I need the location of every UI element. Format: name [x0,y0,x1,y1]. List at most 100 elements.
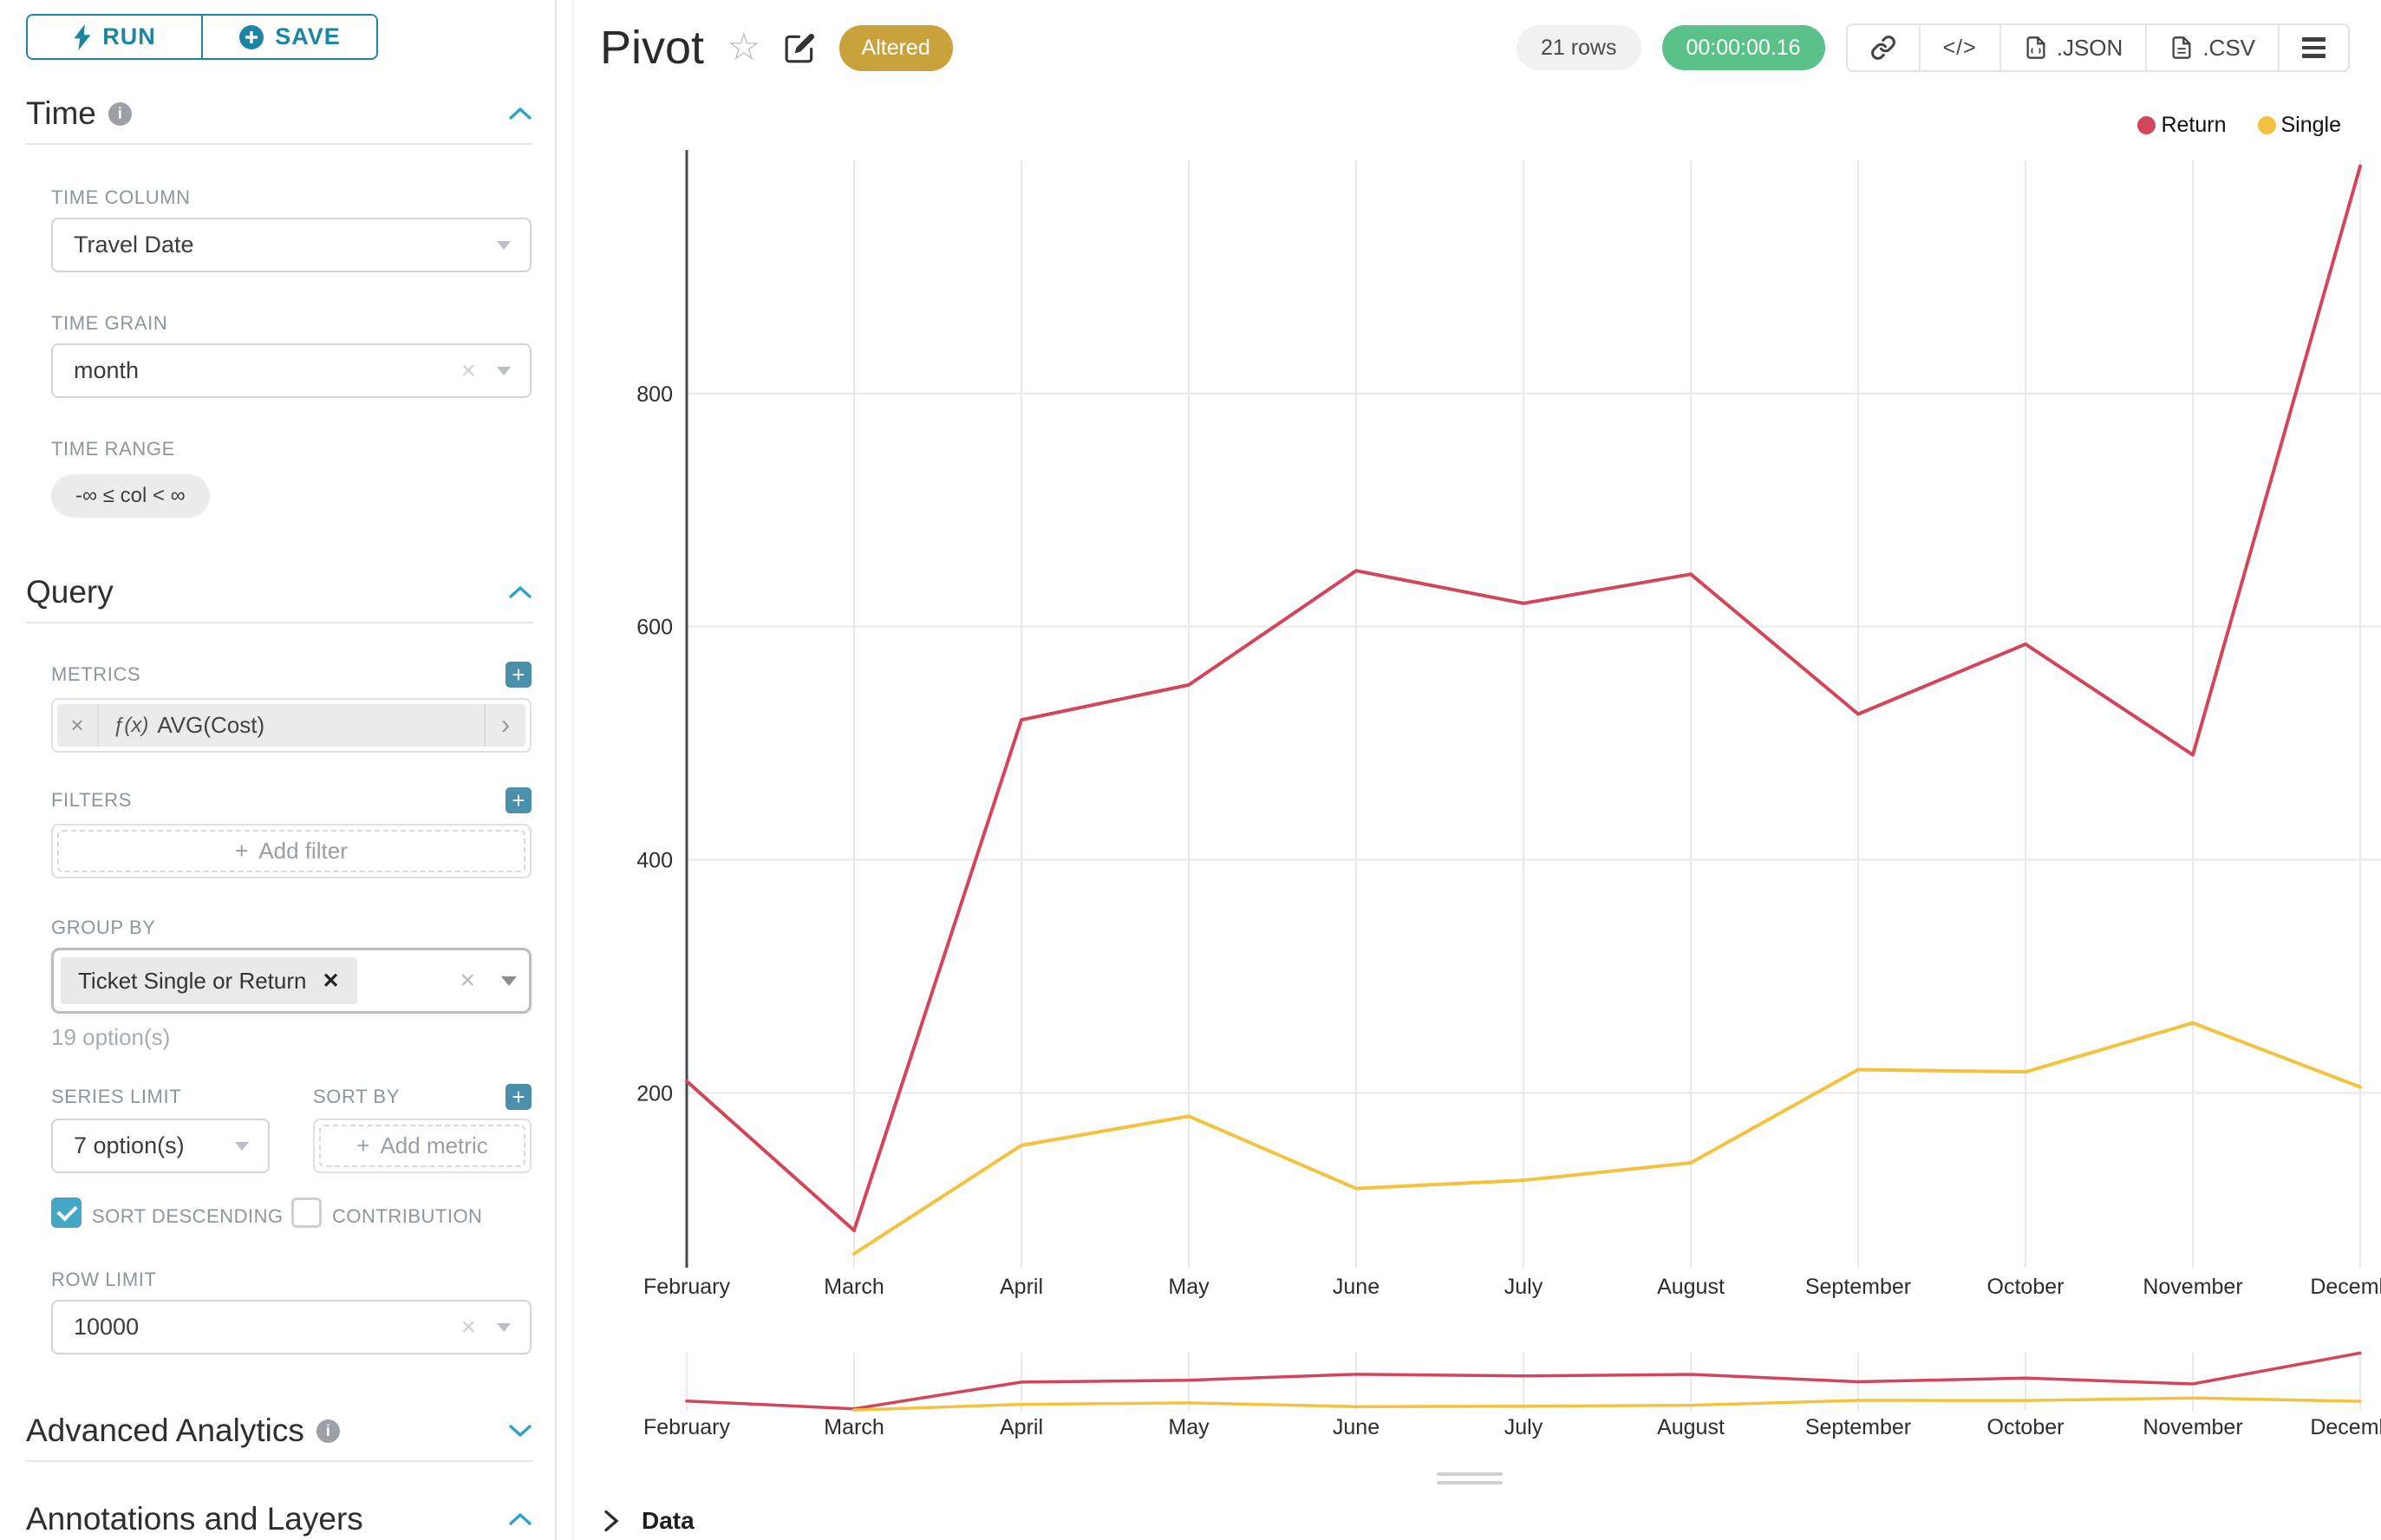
add-sort-metric-button[interactable]: + [506,1084,532,1110]
remove-chip-icon[interactable]: ✕ [322,969,339,994]
add-filter-label: Add filter [258,838,348,865]
filters-label: FILTERS [51,789,132,812]
svg-text:200: 200 [636,1081,673,1106]
chevron-up-icon[interactable] [507,584,533,601]
svg-text:September: September [1805,1275,1911,1299]
row-limit-label: ROW LIMIT [51,1269,532,1291]
svg-text:600: 600 [636,616,673,640]
svg-text:October: October [1987,1415,2065,1439]
add-filter-plus-button[interactable]: + [506,787,532,813]
hamburger-menu-icon [2302,37,2326,58]
chevron-up-icon[interactable] [507,105,533,122]
explore-page: RUN SAVE Time i TIME COLUMN Travel Date [0,0,2381,1540]
add-metric-button[interactable]: + [506,662,532,688]
run-button[interactable]: RUN [28,16,201,58]
time-column-select[interactable]: Travel Date [51,218,532,272]
chevron-down-icon [497,241,511,250]
clear-icon[interactable]: × [460,356,476,386]
mini-chart-preview[interactable]: FebruaryMarchAprilMayJuneJulyAugustSepte… [558,1344,2381,1448]
control-panel-sidebar: RUN SAVE Time i TIME COLUMN Travel Date [0,0,557,1540]
group-by-select[interactable]: Ticket Single or Return ✕ × [51,948,532,1014]
time-grain-value: month [74,357,139,384]
add-sort-metric-dropzone[interactable]: + Add metric [319,1125,525,1167]
sort-by-label: SORT BY [313,1084,400,1110]
file-json-icon [2024,35,2048,61]
embed-code-button[interactable]: </> [1921,25,2001,70]
advanced-analytics-header[interactable]: Advanced Analytics i [26,1412,533,1450]
group-by-options-hint: 19 option(s) [51,1024,532,1051]
group-by-chip-label: Ticket Single or Return [78,968,306,995]
filters-box: + Add filter [51,824,532,878]
section-divider [26,1460,533,1462]
group-by-chip[interactable]: Ticket Single or Return ✕ [61,957,357,1004]
time-section-title: Time [26,95,96,132]
clear-icon[interactable]: × [460,1313,476,1342]
menu-button[interactable] [2280,25,2348,70]
time-column-label: TIME COLUMN [51,186,532,209]
altered-badge[interactable]: Altered [839,25,953,71]
group-by-label: GROUP BY [51,917,532,939]
clear-icon[interactable]: × [460,966,475,995]
copy-link-button[interactable] [1848,25,1921,70]
add-filter-dropzone[interactable]: + Add filter [57,830,525,872]
expand-metric-icon[interactable]: › [484,704,525,747]
rows-count-badge: 21 rows [1517,25,1641,70]
chevron-up-icon[interactable] [507,1511,533,1528]
plus-icon: + [235,838,248,865]
svg-text:December: December [2310,1275,2381,1299]
export-json-label: .JSON [2057,35,2123,62]
metric-chip[interactable]: × ƒ(x) AVG(Cost) › [57,704,525,747]
data-section-toggle[interactable]: Data [600,1507,695,1535]
edit-title-icon[interactable] [784,31,817,64]
chevron-down-icon [497,1323,511,1332]
svg-text:November: November [2143,1275,2242,1299]
favorite-star-icon[interactable]: ☆ [727,29,760,67]
time-range-pill[interactable]: -∞ ≤ col < ∞ [51,474,210,518]
svg-text:April: April [1000,1415,1043,1439]
plus-circle-icon [238,24,264,50]
sort-descending-label: SORT DESCENDING [92,1197,284,1230]
svg-text:800: 800 [636,382,673,407]
row-limit-select[interactable]: 10000 × [51,1300,532,1354]
resize-handle[interactable] [1437,1472,1503,1485]
save-button[interactable]: SAVE [201,16,376,58]
sort-descending-checkbox[interactable] [51,1197,82,1228]
series-limit-select[interactable]: 7 option(s) [51,1119,270,1173]
svg-text:February: February [643,1275,731,1299]
data-section-label: Data [642,1507,695,1535]
chevron-down-icon[interactable] [501,976,517,986]
metrics-box: × ƒ(x) AVG(Cost) › [51,698,532,753]
time-range-label: TIME RANGE [51,438,532,460]
add-metric-label: Add metric [380,1132,487,1159]
svg-text:August: August [1657,1275,1725,1299]
sort-descending-control[interactable]: SORT DESCENDING [51,1197,291,1230]
svg-text:July: July [1504,1275,1543,1299]
svg-text:June: June [1333,1275,1380,1299]
time-grain-select[interactable]: month × [51,343,532,398]
export-csv-button[interactable]: .CSV [2147,25,2280,70]
line-chart[interactable]: FebruaryMarchAprilMayJuneJulyAugustSepte… [558,130,2381,1344]
svg-text:November: November [2143,1415,2242,1439]
export-csv-label: .CSV [2202,35,2255,62]
query-section-header[interactable]: Query [26,573,533,611]
series-limit-value: 7 option(s) [74,1132,185,1159]
query-section-title: Query [26,574,114,610]
row-limit-value: 10000 [74,1314,139,1341]
metrics-label: METRICS [51,663,140,686]
section-divider [26,622,533,623]
annotations-header[interactable]: Annotations and Layers [26,1500,533,1538]
run-button-label: RUN [102,23,156,50]
time-section-header[interactable]: Time i [26,95,533,133]
remove-metric-icon[interactable]: × [57,704,99,747]
lightning-icon [73,24,92,50]
contribution-checkbox[interactable] [291,1197,322,1228]
svg-text:July: July [1504,1415,1543,1439]
metric-chip-label: AVG(Cost) [157,712,484,739]
svg-text:December: December [2310,1415,2381,1439]
info-icon: i [108,102,132,126]
sort-by-box: + Add metric [313,1119,532,1173]
contribution-control[interactable]: CONTRIBUTION [291,1197,532,1230]
page-title: Pivot [600,21,704,75]
chevron-down-icon[interactable] [507,1422,533,1439]
export-json-button[interactable]: .JSON [2001,25,2148,70]
